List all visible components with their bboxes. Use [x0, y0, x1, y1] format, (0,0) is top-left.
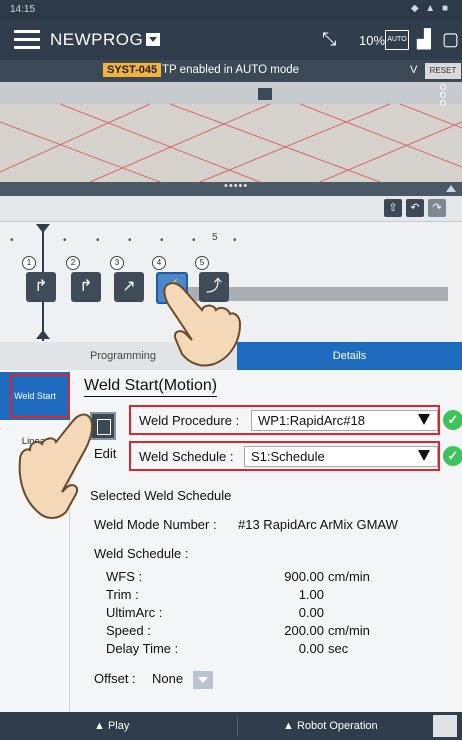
weld-schedule-value: S1:Schedule: [251, 449, 325, 464]
check-icon: ✓: [443, 410, 462, 430]
param-value: 0.00: [298, 605, 324, 620]
tab-details[interactable]: Details: [237, 342, 462, 370]
weld-procedure-select[interactable]: WP1:RapidArc#18: [251, 410, 438, 431]
arc-start-icon[interactable]: ↱: [71, 272, 101, 302]
bottom-bar: ▲ Play ▲ Robot Operation: [0, 712, 462, 740]
alarm-banner[interactable]: SYST-045 TP enabled in AUTO mode V RESET: [0, 60, 462, 82]
offset-label: Offset :: [94, 671, 136, 686]
check-icon: ✓: [443, 446, 462, 466]
param-label: Speed :: [106, 623, 151, 638]
dropdown-icon: [146, 33, 161, 46]
menu-icon-line: [14, 46, 40, 49]
teach-pendant-screen: 14:15 ◆ ▲ ■ NEWPROG ⤡ 10% AUTO ▟ ▢ SYST-…: [0, 0, 462, 740]
weld-procedure-field: Weld Procedure : WP1:RapidArc#18: [129, 405, 440, 435]
param-label: WFS :: [106, 569, 143, 584]
instruction-number: 1: [22, 256, 36, 270]
arc-start-icon[interactable]: ↱: [26, 272, 56, 302]
cursor-top-handle[interactable]: [36, 224, 50, 233]
view-options-icon[interactable]: [440, 84, 448, 108]
undo-icon[interactable]: ↶: [406, 199, 424, 217]
teach-pendant-icon[interactable]: ▟: [417, 29, 431, 50]
play-button[interactable]: ▲ Play: [94, 720, 129, 732]
weld-schedule-label: Weld Schedule :: [139, 449, 234, 464]
menu-icon: [14, 30, 40, 33]
selected-schedule-heading: Selected Weld Schedule: [90, 488, 232, 503]
weld-schedule-field: Weld Schedule : S1:Schedule: [129, 441, 440, 471]
speed-override[interactable]: 10%: [359, 33, 385, 48]
robot-arm-icon: ⤡: [322, 29, 337, 49]
pendant-icon[interactable]: [433, 715, 457, 737]
param-label: UltimArc :: [106, 605, 163, 620]
pointing-hand-icon: [18, 413, 94, 519]
param-value: 900.00: [284, 569, 324, 584]
alarm-code: SYST-045: [103, 63, 162, 77]
param-label: Trim :: [106, 587, 139, 602]
redo-icon[interactable]: ↷: [428, 199, 446, 217]
3d-grid-floor: [0, 88, 462, 182]
instruction-number: 2: [66, 256, 80, 270]
weld-schedule-select[interactable]: S1:Schedule: [244, 446, 438, 467]
app-bar: NEWPROG ⤡ 10% AUTO ▟ ▢: [0, 20, 462, 60]
collapse-up-icon[interactable]: [446, 185, 456, 192]
pointing-hand-icon: [163, 282, 242, 367]
timeline-marker: 5: [212, 232, 218, 243]
instruction-number: 4: [152, 256, 166, 270]
divider: [237, 716, 238, 736]
reset-button[interactable]: RESET: [425, 63, 461, 79]
weld-mode-value: #13 RapidArc ArMix GMAW: [238, 517, 398, 532]
instruction-number: 5: [195, 256, 209, 270]
weld-procedure-value: WP1:RapidArc#18: [258, 413, 365, 428]
weld-mode-label: Weld Mode Number :: [94, 517, 217, 532]
upload-icon[interactable]: ⇧: [384, 199, 402, 217]
offset-dropdown-button[interactable]: [193, 671, 213, 689]
3d-view[interactable]: [0, 82, 462, 182]
details-title: Weld Start(Motion): [84, 377, 218, 397]
weld-procedure-label: Weld Procedure :: [139, 413, 240, 428]
expand-alarm-icon[interactable]: V: [410, 64, 417, 76]
cursor-bottom-handle[interactable]: [36, 330, 50, 339]
program-selector[interactable]: NEWPROG: [50, 30, 161, 50]
program-name: NEWPROG: [50, 30, 144, 49]
chevron-down-icon[interactable]: [418, 450, 430, 461]
drag-handle-icon[interactable]: •••••: [224, 180, 248, 192]
param-value: 0.00: [298, 641, 324, 656]
param-value: 1.00: [298, 587, 324, 602]
chevron-down-icon[interactable]: [418, 414, 430, 425]
robot-operation-button[interactable]: ▲ Robot Operation: [283, 720, 378, 732]
param-label: Delay Time :: [106, 641, 179, 656]
window-icon[interactable]: ▢: [442, 29, 459, 50]
status-icons: ◆ ▲ ■: [410, 3, 450, 14]
offset-value: None: [152, 671, 184, 686]
status-time: 14:15: [10, 4, 36, 15]
android-status-bar: 14:15 ◆ ▲ ■: [0, 0, 462, 20]
alarm-message: TP enabled in AUTO mode: [162, 64, 300, 76]
instruction-number: 3: [110, 256, 124, 270]
param-unit: sec: [328, 641, 349, 656]
auto-mode-badge: AUTO: [385, 30, 409, 50]
menu-icon-line: [14, 38, 40, 41]
panel-splitter[interactable]: •••••: [0, 180, 462, 196]
weld-schedule-heading: Weld Schedule :: [94, 546, 189, 561]
details-panel: Weld Start(Motion) Edit Weld Procedure :…: [70, 370, 462, 712]
param-unit: cm/min: [328, 623, 370, 638]
edit-label: Edit: [94, 446, 117, 461]
param-unit: cm/min: [328, 569, 370, 584]
menu-button[interactable]: [14, 28, 40, 52]
timeline-toolbar: ⇧ ↶ ↷: [0, 196, 462, 222]
linear-icon[interactable]: ↗: [114, 272, 144, 302]
param-value: 200.00: [284, 623, 324, 638]
